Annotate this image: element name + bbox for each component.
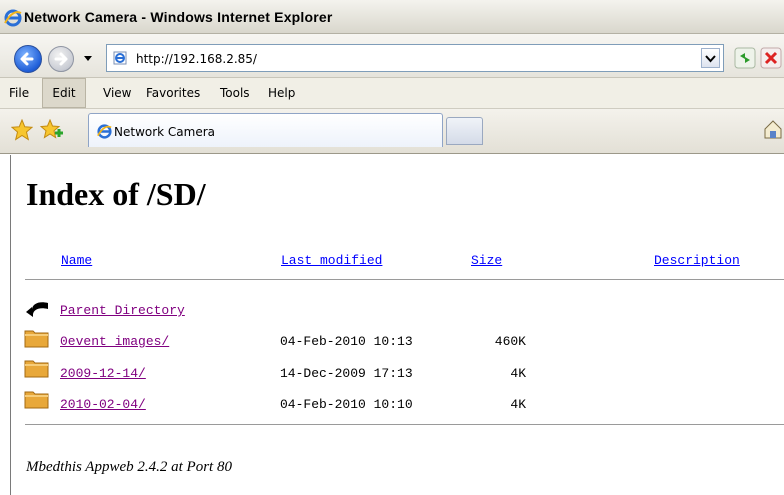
menu-help[interactable]: Help [268, 78, 295, 108]
header-divider [25, 279, 784, 280]
column-header-last-modified[interactable]: Last modified [281, 253, 382, 268]
add-favorites-icon[interactable] [40, 119, 64, 141]
folder-icon [24, 330, 49, 348]
footer-divider [25, 424, 784, 425]
list-item-link[interactable]: 2010-02-04/ [60, 397, 146, 412]
list-item-link[interactable]: 2009-12-14/ [60, 366, 146, 381]
menu-edit[interactable]: Edit [42, 78, 86, 108]
tab-network-camera[interactable]: Network Camera [88, 113, 443, 147]
parent-directory-link[interactable]: Parent Directory [60, 303, 185, 318]
menu-tools[interactable]: Tools [220, 78, 250, 108]
address-bar[interactable]: http://192.168.2.85/ [106, 44, 724, 72]
window-title: Network Camera - Windows Internet Explor… [24, 9, 333, 25]
page-icon [113, 51, 127, 65]
column-header-size[interactable]: Size [471, 253, 502, 268]
back-button[interactable] [14, 45, 42, 73]
internet-explorer-icon [4, 9, 22, 27]
folder-icon [24, 360, 49, 378]
list-item-size: 460K [494, 334, 526, 349]
list-item-size: 4K [510, 397, 526, 412]
menu-favorites[interactable]: Favorites [146, 78, 200, 108]
forward-button[interactable] [48, 46, 74, 72]
list-item-date: 04-Feb-2010 10:10 [280, 397, 413, 412]
list-item-size: 4K [510, 366, 526, 381]
list-item-link[interactable]: 0event_images/ [60, 334, 169, 349]
forward-arrow-icon [54, 52, 68, 66]
tab-label: Network Camera [114, 125, 216, 139]
menu-view[interactable]: View [103, 78, 131, 108]
internet-explorer-icon [97, 124, 112, 139]
page-heading: Index of /SD/ [26, 176, 206, 212]
menu-bar: File Edit View Favorites Tools Help [0, 78, 784, 109]
window-titlebar[interactable]: Network Camera - Windows Internet Explor… [0, 0, 784, 34]
new-tab-button[interactable] [446, 117, 483, 145]
menu-file[interactable]: File [9, 78, 29, 108]
stop-icon[interactable] [760, 45, 782, 71]
column-header-name[interactable]: Name [61, 253, 92, 268]
home-icon[interactable] [762, 118, 784, 140]
list-item-date: 04-Feb-2010 10:13 [280, 334, 413, 349]
back-arrow-icon [20, 52, 34, 66]
address-url[interactable]: http://192.168.2.85/ [136, 52, 257, 66]
back-arrow-icon [26, 302, 48, 317]
folder-icon [24, 391, 49, 409]
refresh-icon[interactable] [734, 45, 756, 71]
column-header-description[interactable]: Description [654, 253, 740, 268]
server-footer: Mbedthis Appweb 2.4.2 at Port 80 [26, 459, 232, 475]
favorites-star-icon[interactable] [11, 119, 33, 141]
address-dropdown-button[interactable] [701, 48, 720, 68]
list-item-date: 14-Dec-2009 17:13 [280, 366, 413, 381]
recent-pages-dropdown-icon[interactable] [82, 52, 94, 64]
chevron-down-icon [705, 55, 716, 63]
